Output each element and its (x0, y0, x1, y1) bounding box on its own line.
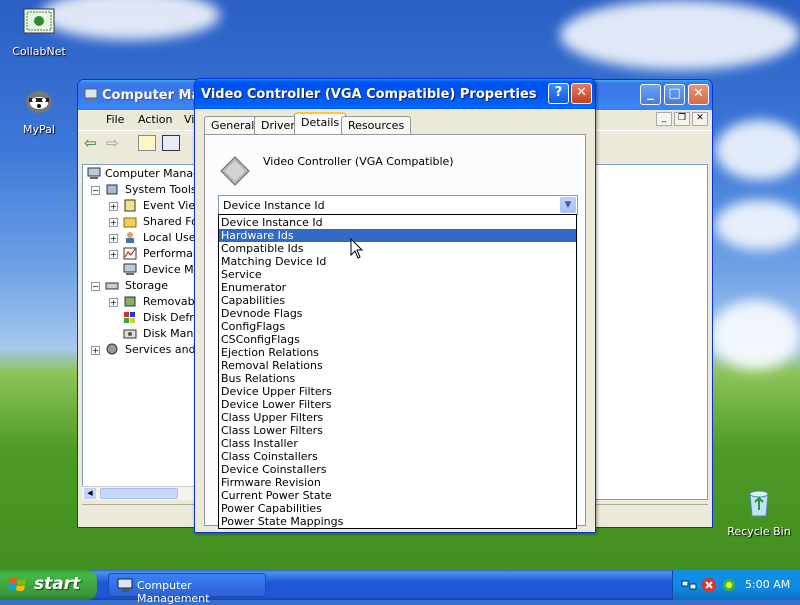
dropdown-option[interactable]: Enumerator (219, 281, 576, 294)
expand-icon[interactable]: + (109, 234, 118, 243)
mdi-minimize-button[interactable]: _ (656, 112, 672, 126)
dropdown-option[interactable]: Ejection Relations (219, 346, 576, 359)
expand-icon[interactable]: + (91, 346, 100, 355)
dropdown-option[interactable]: Class Coinstallers (219, 450, 576, 463)
shared-folder-icon (123, 217, 137, 228)
dropdown-option[interactable]: Current Power State (219, 489, 576, 502)
desktop-icon-label: CollabNet (12, 45, 66, 58)
close-button[interactable]: ✕ (571, 83, 592, 104)
mouse-cursor-icon (350, 238, 364, 259)
recycle-bin-icon (749, 490, 769, 517)
desktop-icon-label: Recycle Bin (727, 525, 791, 538)
dropdown-option[interactable]: Class Installer (219, 437, 576, 450)
details-pane[interactable] (578, 164, 708, 500)
mdi-restore-button[interactable]: ❐ (674, 112, 690, 126)
taskbar-item-computer-management[interactable]: Computer Management (108, 573, 266, 605)
property-select[interactable]: Device Instance Id ▼ (218, 195, 578, 215)
start-label: start (34, 574, 81, 594)
show-hide-tree-icon[interactable] (162, 135, 180, 151)
minimize-button[interactable]: _ (640, 84, 661, 105)
network-icon[interactable] (681, 577, 697, 593)
services-icon (106, 343, 118, 355)
scroll-left-icon[interactable]: ◀ (84, 488, 96, 499)
tab-resources[interactable]: Resources (341, 116, 412, 134)
mdi-close-button[interactable]: ✕ (692, 112, 708, 126)
console-tree[interactable]: Computer Manage − System Tools + Event V… (82, 164, 198, 500)
horizontal-scrollbar[interactable]: ◀ (82, 486, 198, 500)
dropdown-option-highlighted[interactable]: Hardware Ids (219, 229, 576, 242)
users-icon (126, 232, 134, 243)
collapse-icon[interactable]: − (91, 186, 100, 195)
collapse-icon[interactable]: − (91, 282, 100, 291)
menu-action[interactable]: Action (138, 113, 172, 126)
dialog-title: Video Controller (VGA Compatible) Proper… (201, 87, 537, 102)
collabnet-icon (23, 8, 55, 34)
forward-icon[interactable]: ⇨ (106, 134, 119, 152)
video-controller-icon (220, 156, 250, 186)
dropdown-option[interactable]: Device Lower Filters (219, 398, 576, 411)
dropdown-option[interactable]: Compatible Ids (219, 242, 576, 255)
tray-app-icon[interactable] (721, 577, 737, 593)
dropdown-option[interactable]: Removal Relations (219, 359, 576, 372)
help-button[interactable]: ? (548, 83, 569, 104)
tools-icon (106, 184, 118, 195)
computer-management-icon (117, 578, 133, 592)
property-dropdown-list[interactable]: Device Instance Id Hardware Ids Compatib… (218, 214, 577, 529)
dropdown-option[interactable]: Firmware Revision (219, 476, 576, 489)
dropdown-option[interactable]: Class Lower Filters (219, 424, 576, 437)
dialog-title-bar[interactable]: Video Controller (VGA Compatible) Proper… (195, 79, 595, 109)
computer-icon (87, 167, 101, 179)
storage-icon (105, 282, 119, 290)
desktop-icon-collabnet[interactable]: CollabNet (2, 6, 76, 58)
expand-icon[interactable]: + (109, 202, 118, 211)
windows-logo-icon (8, 578, 26, 591)
desktop-icon-label: MyPal (23, 123, 55, 136)
dropdown-option[interactable]: Devnode Flags (219, 307, 576, 320)
dropdown-option[interactable]: CSConfigFlags (219, 333, 576, 346)
system-tray: 5:00 AM (672, 570, 800, 600)
dropdown-option[interactable]: Device Coinstallers (219, 463, 576, 476)
disk-defragmenter-icon (124, 312, 135, 323)
expand-icon[interactable]: + (109, 250, 118, 259)
desktop-icon-recycle-bin[interactable]: Recycle Bin (722, 486, 796, 538)
clock: 5:00 AM (745, 578, 791, 591)
dropdown-option[interactable]: Capabilities (219, 294, 576, 307)
property-select-value: Device Instance Id (223, 199, 325, 212)
dropdown-option[interactable]: Class Upper Filters (219, 411, 576, 424)
taskbar-item-label: Computer Management (137, 579, 210, 605)
menu-file[interactable]: File (106, 113, 124, 126)
security-alert-icon[interactable] (701, 577, 717, 593)
tab-general[interactable]: General (204, 116, 262, 134)
desktop-icon-mypal[interactable]: MyPal (2, 84, 76, 136)
disk-management-icon (123, 329, 137, 339)
start-button[interactable]: start (0, 570, 97, 600)
mypal-icon (26, 91, 52, 113)
close-button[interactable]: ✕ (688, 84, 709, 105)
dropdown-option[interactable]: Power State Mappings (219, 515, 576, 528)
expand-icon[interactable]: + (109, 298, 118, 307)
taskbar: start Computer Management 5:00 AM (0, 570, 800, 605)
maximize-button[interactable]: □ (664, 84, 685, 105)
event-viewer-icon (124, 199, 136, 212)
removable-storage-icon (124, 296, 136, 307)
device-manager-icon (123, 263, 137, 275)
dropdown-option[interactable]: Bus Relations (219, 372, 576, 385)
dropdown-option[interactable]: Device Upper Filters (219, 385, 576, 398)
dropdown-option[interactable]: Device Instance Id (219, 216, 576, 229)
chevron-down-icon[interactable]: ▼ (560, 197, 576, 213)
dropdown-option[interactable]: ConfigFlags (219, 320, 576, 333)
dropdown-option[interactable]: Service (219, 268, 576, 281)
up-folder-icon[interactable] (138, 135, 156, 151)
back-icon[interactable]: ⇦ (84, 134, 97, 152)
expand-icon[interactable]: + (109, 218, 118, 227)
scroll-thumb[interactable] (100, 488, 178, 499)
dropdown-option[interactable]: Matching Device Id (219, 255, 576, 268)
device-name: Video Controller (VGA Compatible) (263, 155, 454, 168)
dropdown-option[interactable]: Power Capabilities (219, 502, 576, 515)
performance-icon (123, 247, 137, 260)
tab-details[interactable]: Details (294, 112, 347, 134)
menu-view[interactable]: Vi (184, 113, 194, 126)
computer-management-icon (84, 88, 98, 101)
